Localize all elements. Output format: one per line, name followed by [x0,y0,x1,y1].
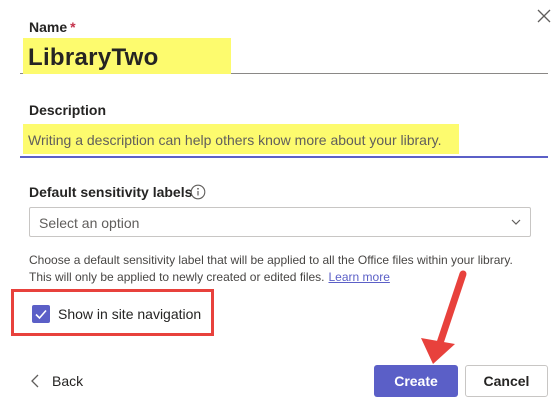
create-button[interactable]: Create [374,365,458,397]
site-navigation-checkbox[interactable] [32,305,50,323]
required-marker: * [70,19,76,35]
site-navigation-label: Show in site navigation [58,306,202,322]
description-placeholder: Writing a description can help others kn… [28,132,442,148]
sensitivity-label: Default sensitivity labels [29,184,193,200]
description-input[interactable]: Writing a description can help others kn… [20,124,548,158]
name-input[interactable]: LibraryTwo [20,38,548,74]
info-icon[interactable] [190,184,206,200]
back-button[interactable]: Back [30,370,83,392]
sensitivity-select-value: Select an option [39,215,140,231]
back-button-label: Back [52,373,84,389]
close-icon[interactable] [534,6,554,26]
name-label: Name * [29,19,76,35]
learn-more-link[interactable]: Learn more [329,270,390,284]
sensitivity-helper: Choose a default sensitivity label that … [29,252,529,286]
cancel-button[interactable]: Cancel [465,365,548,397]
create-library-dialog: Name * LibraryTwo Description Writing a d… [0,0,560,406]
chevron-down-icon [511,219,521,225]
checkmark-icon [35,309,47,320]
chevron-left-icon [31,374,39,388]
name-input-value: LibraryTwo [28,44,159,71]
sensitivity-helper-text: Choose a default sensitivity label that … [29,253,513,284]
sensitivity-select[interactable]: Select an option [29,207,531,237]
name-label-text: Name [29,19,68,35]
description-label: Description [29,102,107,118]
site-navigation-highlight-box: Show in site navigation [11,289,214,336]
